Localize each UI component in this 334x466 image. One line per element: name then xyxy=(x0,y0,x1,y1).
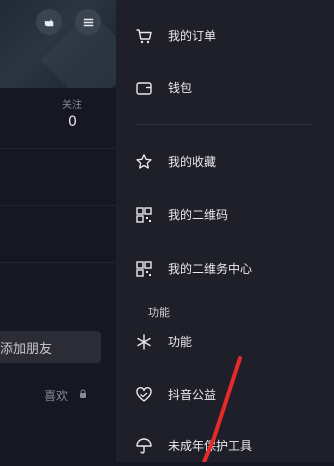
profile-card xyxy=(0,88,116,462)
menu-item-label: 我的收藏 xyxy=(168,155,217,169)
wallet-icon xyxy=(136,82,152,95)
menu-item-minor-protection[interactable]: 未成年保护工具 xyxy=(116,426,334,466)
cart-icon xyxy=(136,29,152,44)
qr-code-icon xyxy=(136,207,152,223)
hand-pointer-icon[interactable] xyxy=(36,9,62,35)
follow-label: 关注 xyxy=(62,100,82,111)
menu-item-favorites[interactable]: 我的收藏 xyxy=(116,142,334,182)
menu-item-label: 我的二维码 xyxy=(168,208,229,222)
follow-count[interactable]: 0 xyxy=(68,114,77,130)
menu-item-wallet[interactable]: 钱包 xyxy=(116,68,334,108)
sparkle-icon xyxy=(137,334,151,350)
menu-item-charity[interactable]: 抖音公益 xyxy=(116,375,334,415)
divider xyxy=(0,148,116,149)
profile-page: 关注 0 添加朋友 喜欢 xyxy=(0,0,116,462)
menu-item-label: 未成年保护工具 xyxy=(168,439,253,453)
divider xyxy=(0,262,116,263)
menu-item-features[interactable]: 功能 xyxy=(116,322,334,362)
menu-item-qr-code[interactable]: 我的二维码 xyxy=(116,195,334,235)
section-heading: 功能 xyxy=(148,306,170,319)
menu-item-label: 我的二维务中心 xyxy=(168,262,253,276)
menu-item-label: 钱包 xyxy=(168,81,193,95)
menu-item-label: 抖音公益 xyxy=(168,388,217,402)
heart-hands-icon xyxy=(136,387,152,402)
tab-likes[interactable]: 喜欢 xyxy=(44,387,68,404)
divider xyxy=(136,124,312,125)
menu-icon[interactable] xyxy=(75,9,101,35)
menu-item-qr-center[interactable]: 我的二维务中心 xyxy=(116,249,334,289)
side-drawer: 我的订单 钱包 我的收藏 我的二维码 我的二维务中心 功能 功能 抖音公益 未成… xyxy=(116,0,334,462)
umbrella-icon xyxy=(136,438,152,454)
star-icon xyxy=(136,154,152,169)
qr-code-icon xyxy=(136,261,152,277)
menu-item-label: 我的订单 xyxy=(168,29,217,43)
lock-icon xyxy=(80,389,86,398)
divider xyxy=(0,205,116,206)
menu-item-orders[interactable]: 我的订单 xyxy=(116,16,334,56)
add-friend-label: 添加朋友 xyxy=(0,342,53,357)
add-friend-button[interactable]: 添加朋友 xyxy=(0,331,101,363)
menu-item-label: 功能 xyxy=(168,335,193,349)
